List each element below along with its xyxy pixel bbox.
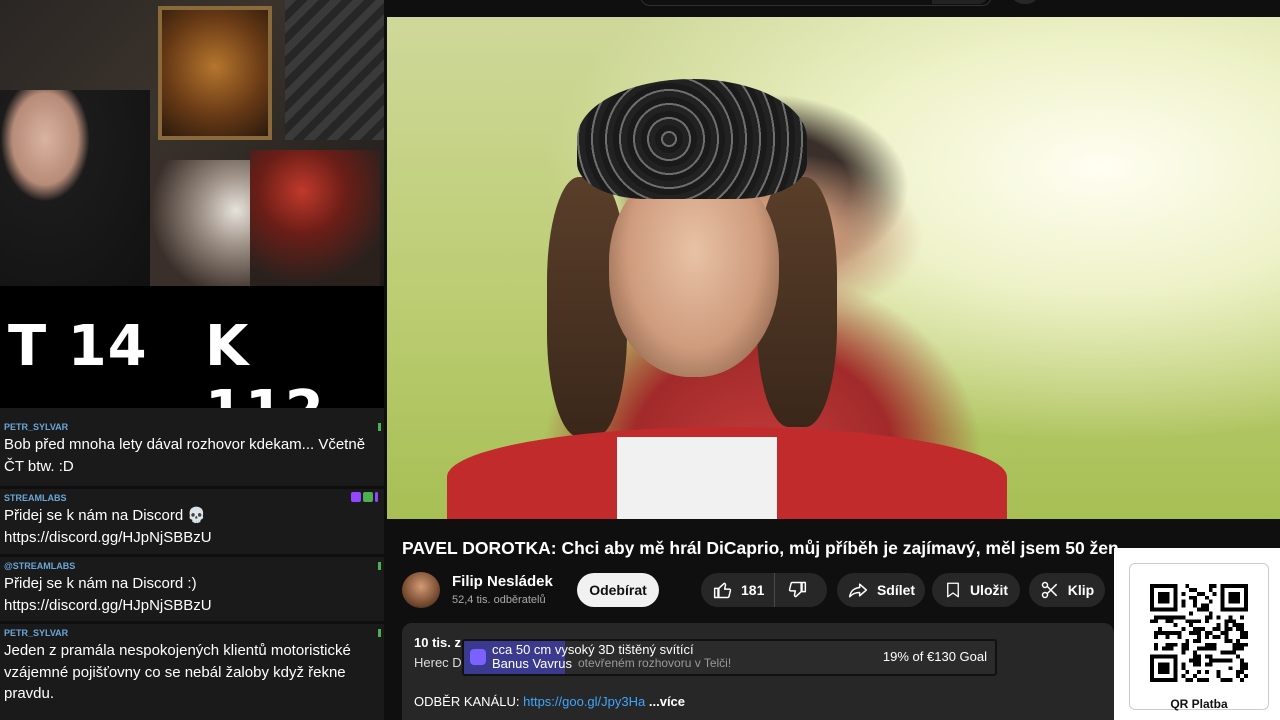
channel-name[interactable]: Filip Nesládek (452, 573, 553, 590)
description-subscribe-line: ODBĚR KANÁLU: https://goo.gl/Jpy3Ha ...v… (414, 694, 685, 709)
video-title: PAVEL DOROTKA: Chci aby mě hrál DiCaprio… (402, 538, 1119, 558)
microphone-icon[interactable] (1013, 0, 1037, 4)
acoustic-foam (285, 0, 384, 140)
subscribe-button[interactable]: Odebírat (577, 573, 659, 607)
video-shirt (617, 437, 777, 519)
goal-progress-text: 19% of €130 Goal (882, 649, 987, 664)
chat-username: STREAMLABS (4, 493, 67, 503)
qr-label: QR Platba (1170, 697, 1228, 711)
description-start: Herec D (414, 655, 462, 670)
goal-title: cca 50 cm vysoký 3D tištěný svítící (492, 642, 694, 657)
share-label: Sdílet (876, 582, 916, 598)
score-panel: T 14 K 112 (0, 286, 384, 444)
qr-frame: QR Platba (1129, 563, 1269, 711)
share-button[interactable]: Sdílet (837, 573, 925, 607)
show-more-link[interactable]: ...více (649, 694, 685, 709)
chat-text: Jeden z pramála nespokojených klientů mo… (4, 642, 351, 702)
chat-text: Přidej se k nám na Discord :) https://di… (4, 575, 212, 614)
view-count: 10 tis. z (414, 635, 461, 650)
qr-code-icon (1150, 584, 1248, 682)
chat-indicator (378, 423, 381, 431)
qr-payment-box: QR Platba (1114, 548, 1280, 720)
scissors-icon (1041, 581, 1057, 599)
video-player[interactable] (387, 17, 1280, 519)
subscriber-count: 52,4 tis. odběratelů (452, 594, 546, 606)
clip-label: Klip (1067, 582, 1095, 598)
score-left: T 14 (8, 314, 148, 379)
goal-icon (470, 649, 486, 665)
chat-panel: PETR_SYLVAR Bob před mnoha lety dával ro… (0, 408, 384, 720)
channel-sub-label: ODBĚR KANÁLU: (414, 694, 520, 709)
clip-button[interactable]: Klip (1029, 573, 1105, 607)
chat-message: PETR_SYLVAR Jeden z pramála nespokojenýc… (0, 621, 384, 720)
youtube-topbar (387, 0, 1280, 17)
chat-username: PETR_SYLVAR (4, 422, 69, 432)
chat-username: @STREAMLABS (4, 561, 76, 571)
twitch-badge-icon (351, 492, 361, 502)
chat-text: Přidej se k nám na Discord 💀 https://dis… (4, 507, 212, 546)
thumbs-up-icon (713, 582, 732, 599)
thumbs-down-icon (789, 581, 807, 598)
chat-badges (351, 492, 378, 502)
channel-avatar[interactable] (402, 572, 440, 608)
search-button[interactable] (932, 0, 988, 4)
donation-goal-overlay: otevřeném rozhovoru v Telči! cca 50 cm v… (462, 639, 997, 676)
like-count: 181 (741, 582, 765, 598)
description-end: otevřeném rozhovoru v Telči! (578, 656, 732, 670)
shelf-items (250, 150, 380, 286)
save-button[interactable]: Uložit (932, 573, 1020, 607)
dislike-button[interactable] (775, 580, 819, 600)
video-bandana (577, 79, 807, 199)
chat-message: PETR_SYLVAR Bob před mnoha lety dával ro… (0, 418, 384, 492)
chat-indicator (378, 629, 381, 637)
streamer (0, 90, 150, 286)
chat-message: @STREAMLABS Přidej se k nám na Discord :… (0, 554, 384, 623)
streamlabs-badge-icon (363, 492, 373, 502)
chat-indicator (378, 562, 381, 570)
like-dislike-group: 181 (701, 573, 827, 607)
wall-painting (158, 6, 272, 140)
description-line: Herec D (414, 655, 462, 670)
goal-subtitle: Banus Vavrus (492, 656, 572, 671)
share-icon (848, 583, 868, 598)
save-label: Uložit (969, 582, 1009, 598)
bookmark-icon (947, 582, 959, 598)
chat-username: PETR_SYLVAR (4, 628, 69, 638)
webcam-feed (0, 0, 384, 286)
chat-text: Bob před mnoha lety dával rozhovor kdeka… (4, 436, 366, 475)
badge-icon (375, 492, 378, 502)
subscribe-link[interactable]: https://goo.gl/Jpy3Ha (523, 694, 645, 709)
chat-message: STREAMLABS Přidej se k nám na Discord 💀 … (0, 486, 384, 555)
like-button[interactable]: 181 (701, 573, 776, 607)
